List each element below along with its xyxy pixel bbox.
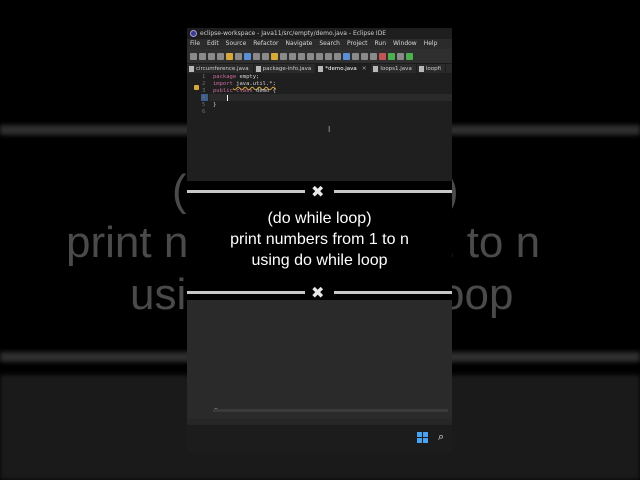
bg-text-line2-left: print n [66,218,189,267]
caption-line-3: using do while loop [251,252,388,269]
line-number: 3 [202,88,206,94]
caption-overlay: ✖ (do while loop) print numbers from 1 t… [187,181,452,302]
menu-navigate[interactable]: Navigate [285,39,312,49]
code-text: empty; [236,74,260,80]
window-title: eclipse-workspace - Java11/src/empty/dem… [200,30,387,37]
run-icon[interactable] [388,52,395,60]
horizontal-scrollbar[interactable] [213,409,448,412]
pin-icon[interactable] [316,52,323,60]
line-number: 1 [202,74,206,80]
code-line: public class demo { [213,88,276,94]
menu-window[interactable]: Window [393,39,417,49]
line-number: 4 [202,95,206,101]
line-number: 5 [202,102,206,108]
current-line-highlight [209,94,452,101]
toolbar [187,49,452,64]
java-perspective-icon[interactable] [343,52,350,60]
code-text: } [213,102,217,108]
caption-line-1: (do while loop) [267,210,372,227]
line-number: 6 [202,109,206,115]
java-file-icon [373,66,379,72]
eclipse-icon [190,30,197,37]
overlay-rule-bottom-left [187,291,305,294]
bg-text-line3-left: usi [130,270,187,319]
perspective-icon[interactable] [334,52,341,60]
search-icon[interactable]: ⌕ [438,430,444,444]
menu-bar: File Edit Source Refactor Navigate Searc… [187,39,452,49]
open-folder-icon[interactable] [226,52,233,60]
text-caret [227,95,228,101]
code-text: java.util.*; [232,81,276,87]
debug-icon[interactable] [379,52,386,60]
taskbar: ⌕ [187,425,452,452]
menu-run[interactable]: Run [375,39,387,49]
overlay-rule-top-left [187,190,305,193]
prev-annotation-icon[interactable] [289,52,296,60]
annotation-icon[interactable] [262,52,269,60]
keyword: package [213,74,237,80]
build-icon[interactable] [235,52,242,60]
keyword: import [213,81,233,87]
menu-edit[interactable]: Edit [207,39,219,49]
close-x-icon: ✖ [311,182,325,201]
code-line: } [213,102,216,108]
java-file-icon [255,66,261,72]
java-file-icon [418,66,424,72]
warning-icon [194,85,199,90]
menu-project[interactable]: Project [347,39,368,49]
java-file-icon [318,66,324,72]
java-file-icon [189,66,194,72]
caption-line-2: print numbers from 1 to n [230,231,409,248]
code-line: package empty; [213,74,259,80]
external-tools-icon[interactable] [406,52,413,60]
overlay-rule-top-right [334,190,452,193]
save-all-icon[interactable] [208,52,215,60]
menu-source[interactable]: Source [226,39,247,49]
console-panel[interactable]: × [187,296,452,419]
print-icon[interactable] [217,52,224,60]
menu-refactor[interactable]: Refactor [253,39,278,49]
menu-file[interactable]: File [190,39,200,49]
code-text: demo { [252,88,276,94]
menu-help[interactable]: Help [424,39,438,49]
code-line: import java.util.*; [213,81,276,87]
line-number: 2 [202,81,206,87]
windows-start-icon[interactable] [417,432,428,443]
tasks-icon[interactable] [361,52,368,60]
bg-text-paren-left: ( [172,166,187,215]
ibeam-cursor-icon: I [328,125,331,134]
search-toolbar-icon[interactable] [244,52,251,60]
marker-icon[interactable] [271,52,278,60]
new-file-icon[interactable] [190,52,197,60]
forward-icon[interactable] [307,52,314,60]
title-bar: eclipse-workspace - Java11/src/empty/dem… [187,28,452,39]
next-annotation-icon[interactable] [280,52,287,60]
toggle-icon[interactable] [253,52,260,60]
menu-search[interactable]: Search [319,39,340,49]
overlay-rule-bottom-right [334,291,452,294]
layout-icon[interactable] [325,52,332,60]
outline-icon[interactable] [352,52,359,60]
close-x-icon: ✖ [311,283,325,302]
caption-text: (do while loop) print numbers from 1 to … [187,208,452,271]
back-icon[interactable] [298,52,305,60]
save-icon[interactable] [199,52,206,60]
run-options-icon[interactable] [397,52,404,60]
code-editor[interactable]: 1 2 3 4 5 6 package empty; import java.u… [187,73,452,183]
console-icon[interactable] [370,52,377,60]
keyword: public class [213,88,253,94]
